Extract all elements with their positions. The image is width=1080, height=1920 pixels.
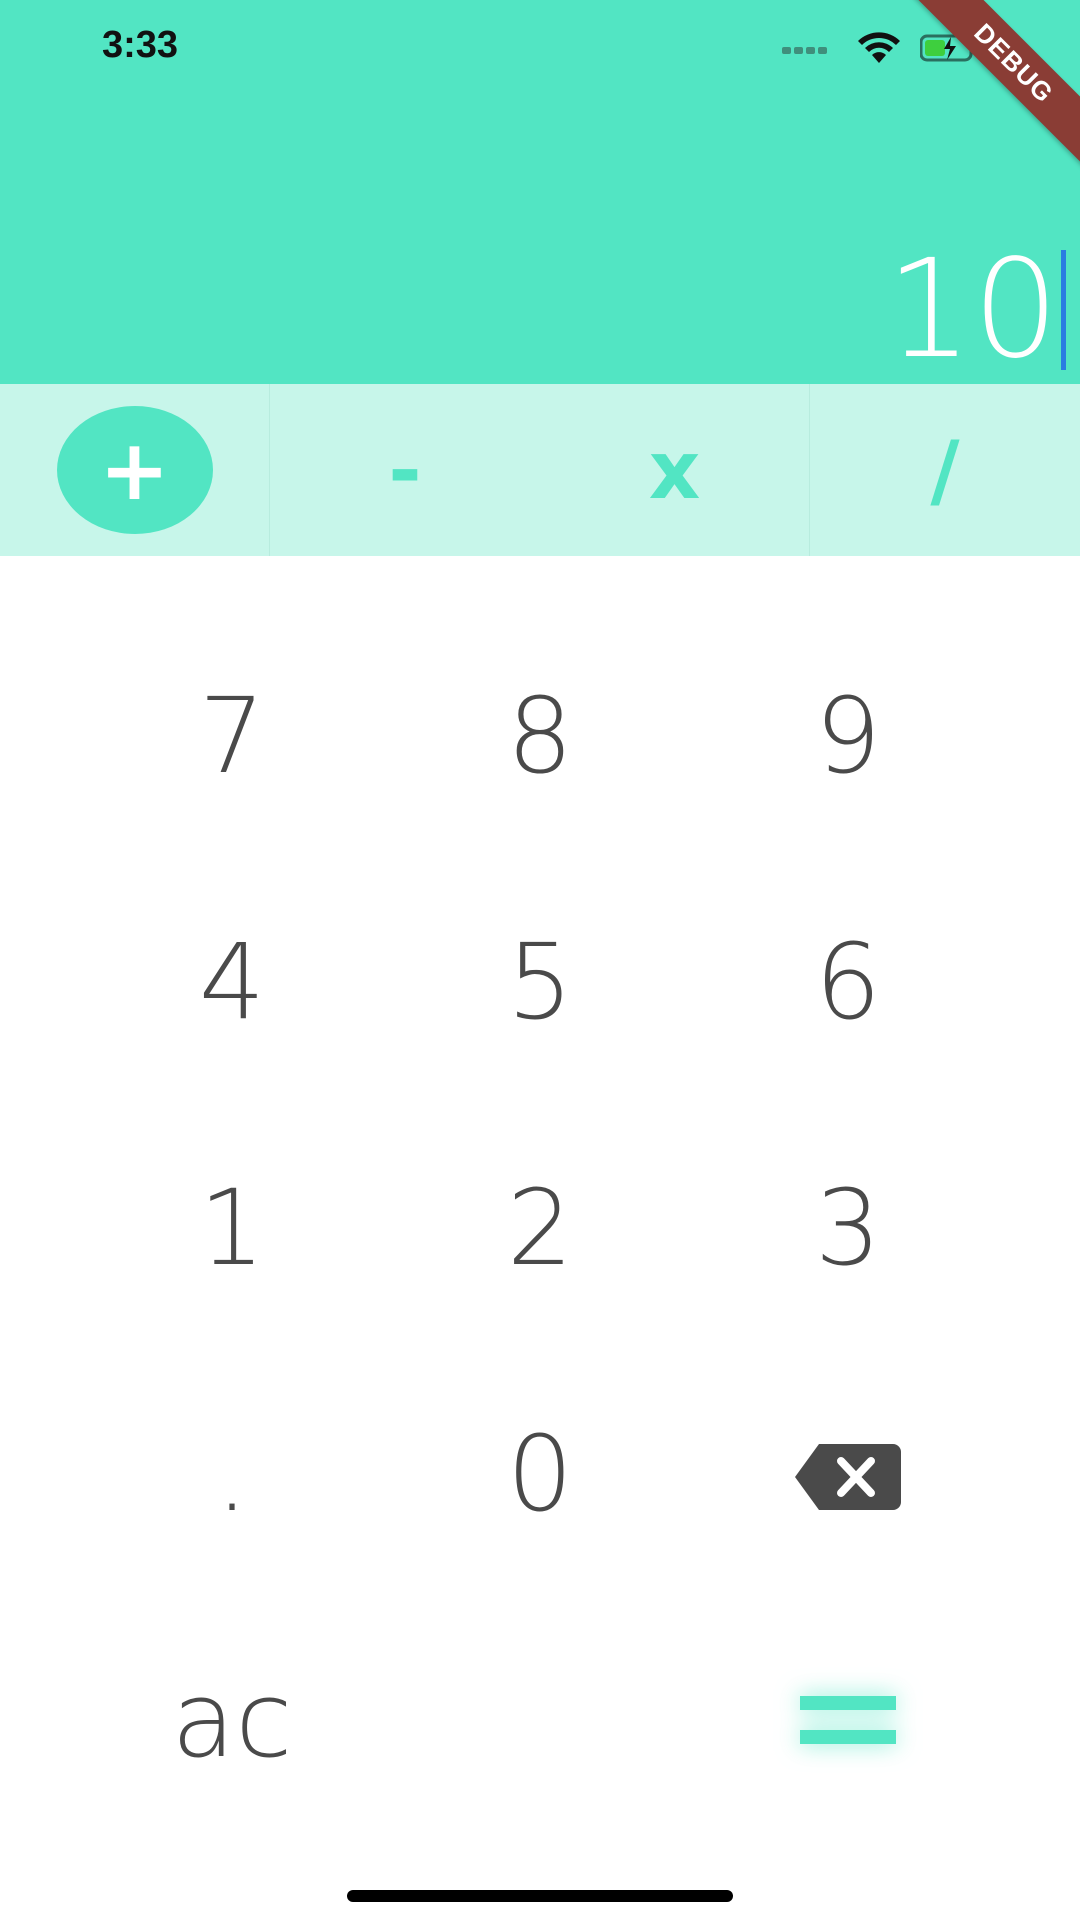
key-6[interactable]: 6 [698, 872, 998, 1092]
key-4[interactable]: 4 [82, 872, 382, 1092]
operator-divide-button[interactable]: / [810, 384, 1080, 556]
calculator-screen: 3:33 DEBUG 10 + - x / 7 8 9 4 5 6 1 2 3 … [0, 0, 1080, 1920]
backspace-icon [795, 1413, 901, 1535]
equals-icon [800, 1696, 896, 1744]
key-1[interactable]: 1 [82, 1118, 382, 1338]
operator-row: + - x / [0, 384, 1080, 556]
operator-add-selected: + [56, 406, 213, 534]
key-9[interactable]: 9 [698, 626, 998, 846]
key-5[interactable]: 5 [390, 872, 690, 1092]
key-decimal[interactable]: . [82, 1364, 382, 1584]
key-0[interactable]: 0 [390, 1364, 690, 1584]
home-indicator[interactable] [347, 1890, 733, 1902]
equals-button[interactable] [698, 1610, 998, 1830]
operator-subtract-button[interactable]: - [270, 384, 540, 556]
display-value: 10 [885, 231, 1059, 389]
signal-dots-icon [782, 41, 838, 60]
key-2[interactable]: 2 [390, 1118, 690, 1338]
display[interactable]: 10 [886, 240, 1066, 380]
status-time: 3:33 [102, 24, 179, 66]
status-bar: 3:33 [0, 0, 1080, 100]
text-caret [1061, 250, 1066, 370]
operator-add-button[interactable]: + [0, 384, 270, 556]
backspace-button[interactable] [698, 1364, 998, 1584]
key-8[interactable]: 8 [390, 626, 690, 846]
key-3[interactable]: 3 [698, 1118, 998, 1338]
status-icons [782, 30, 980, 70]
wifi-icon [856, 31, 902, 69]
keypad: 7 8 9 4 5 6 1 2 3 . 0 ac [0, 556, 1080, 1796]
clear-button[interactable]: ac [82, 1610, 382, 1830]
key-7[interactable]: 7 [82, 626, 382, 846]
display-area: 3:33 DEBUG 10 [0, 0, 1080, 384]
operator-multiply-button[interactable]: x [540, 384, 810, 556]
